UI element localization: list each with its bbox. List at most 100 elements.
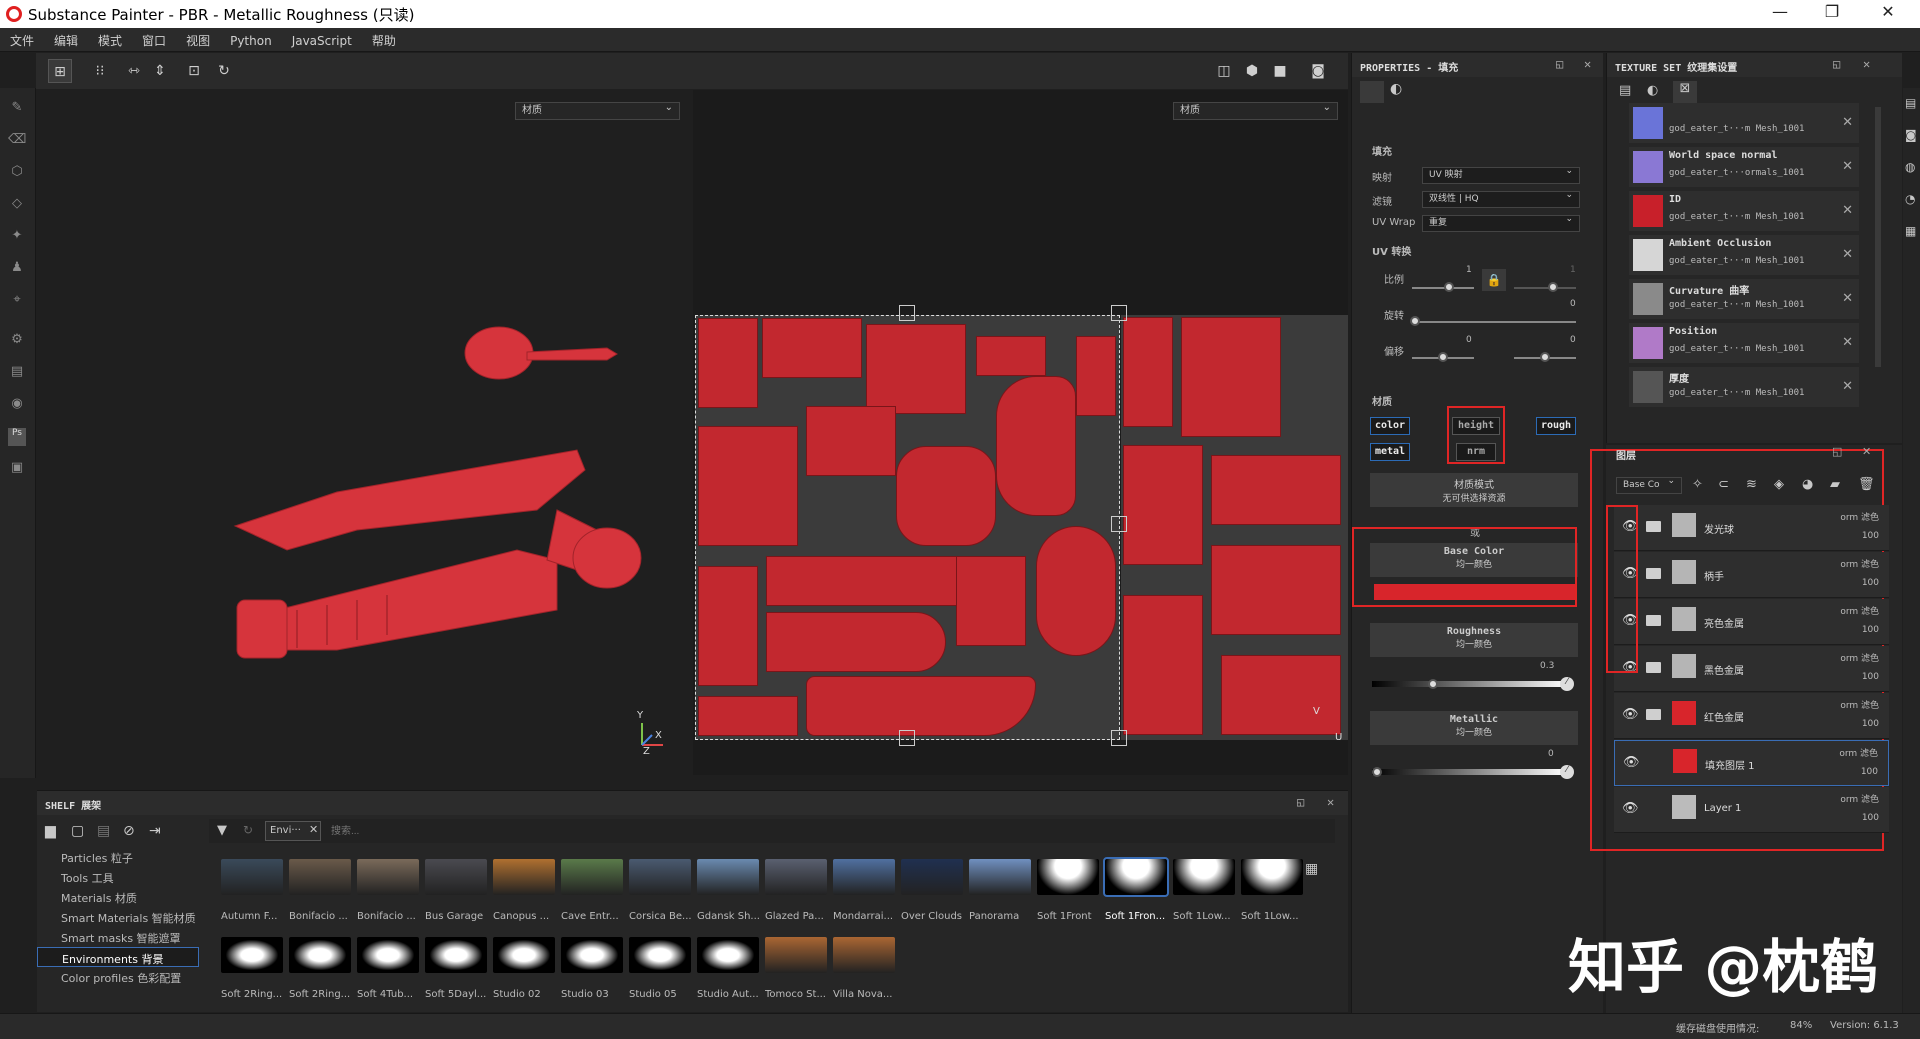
shelf-search-input[interactable]	[331, 822, 1321, 840]
mirror-vertical-icon[interactable]: ⇕	[148, 59, 172, 83]
photoshop-icon[interactable]: Ps	[8, 428, 26, 446]
material-select-2d[interactable]: 材质	[1173, 100, 1338, 120]
hide-icon[interactable]: ⊘	[123, 823, 135, 839]
projection-icon[interactable]: ⬡	[8, 164, 26, 182]
eye-icon[interactable]: 👁	[1623, 755, 1640, 770]
layer-blend[interactable]: orm 滤色	[1840, 698, 1879, 711]
texture-set-item[interactable]: 厚度 god_eater_t···m Mesh_1001 ✕	[1629, 367, 1859, 407]
scale-slider-knob[interactable]	[1444, 282, 1454, 292]
undock-icon[interactable]: ◱	[1833, 57, 1840, 71]
env-thumbnail[interactable]	[901, 859, 963, 895]
layer-blend[interactable]: orm 滤色	[1840, 557, 1879, 570]
env-thumbnail[interactable]	[289, 937, 351, 973]
smudge-icon[interactable]: ✦	[8, 228, 26, 246]
clone-icon[interactable]: ♟	[8, 260, 26, 278]
env-thumbnail[interactable]	[969, 859, 1031, 895]
scale-slider-2[interactable]	[1514, 287, 1576, 289]
menu-window[interactable]: 窗口	[132, 28, 176, 49]
metallic-slider-knob[interactable]	[1372, 767, 1382, 777]
layer-blend[interactable]: orm 滤色	[1840, 792, 1879, 805]
metallic-slider[interactable]	[1372, 769, 1566, 775]
env-thumbnail[interactable]	[1103, 857, 1169, 897]
remove-texture-icon[interactable]: ✕	[1842, 159, 1853, 174]
select-grid-icon[interactable]: ⊞	[48, 59, 72, 83]
edit-roughness-icon[interactable]: ⁄	[1560, 677, 1574, 691]
refresh-icon[interactable]: ↻	[243, 823, 253, 837]
add-frame-icon[interactable]: ⊡	[182, 59, 206, 83]
grid-options-icon[interactable]: ⁝⁝	[88, 59, 112, 83]
uv-texture-canvas[interactable]	[695, 315, 1120, 740]
shelf-close-icon[interactable]: ✕	[1327, 795, 1334, 809]
eye-icon[interactable]: 👁	[1622, 801, 1639, 816]
edit-metallic-icon[interactable]: ⁄	[1560, 765, 1574, 779]
rotate-slider-knob[interactable]	[1410, 316, 1420, 326]
layer-opacity[interactable]: 100	[1862, 813, 1879, 823]
texture-list-tab-icon[interactable]: ▤	[1619, 83, 1631, 98]
channel-rough-button[interactable]: rough	[1536, 417, 1576, 435]
layers-dock-icon[interactable]: ▤	[1905, 96, 1916, 110]
screenshot-icon[interactable]: ◙	[1306, 59, 1330, 83]
offset-slider-1-knob[interactable]	[1438, 352, 1448, 362]
env-thumbnail[interactable]	[561, 859, 623, 895]
category-materials[interactable]: Materials 材质	[37, 887, 199, 907]
texture-settings-tab-icon[interactable]: ◐	[1647, 83, 1658, 98]
env-thumbnail[interactable]	[833, 937, 895, 973]
env-thumbnail[interactable]	[629, 937, 691, 973]
picker-icon[interactable]: ⌖	[8, 292, 26, 310]
import-icon[interactable]: ⇥	[149, 823, 161, 839]
add-fill-layer-icon[interactable]: ◈	[1774, 477, 1784, 492]
layer-channel-select[interactable]: Base Co	[1616, 474, 1682, 494]
env-thumbnail[interactable]	[289, 859, 351, 895]
folder-icon[interactable]	[1646, 521, 1661, 532]
env-thumbnail[interactable]	[561, 937, 623, 973]
transform-handle-bottom-right[interactable]	[1111, 730, 1127, 746]
export-icon[interactable]: ▣	[8, 460, 26, 478]
close-window-button[interactable]: ✕	[1868, 2, 1908, 21]
texture-set-item[interactable]: Position god_eater_t···m Mesh_1001 ✕	[1629, 323, 1859, 363]
add-folder-icon[interactable]: ▰	[1830, 477, 1840, 492]
undock-icon[interactable]: ◱	[1556, 57, 1563, 71]
env-thumbnail[interactable]	[629, 859, 691, 895]
offset-slider-2-knob[interactable]	[1540, 352, 1550, 362]
menu-edit[interactable]: 编辑	[44, 28, 88, 49]
layer-opacity[interactable]: 100	[1862, 531, 1879, 541]
menu-mode[interactable]: 模式	[88, 28, 132, 49]
add-mask-icon[interactable]: ⊂	[1718, 477, 1729, 492]
remove-texture-icon[interactable]: ✕	[1842, 291, 1853, 306]
filter-icon[interactable]: ▼	[217, 823, 227, 838]
env-thumbnail[interactable]	[697, 859, 759, 895]
metallic-block[interactable]: Metallic 均一颜色	[1370, 711, 1578, 745]
env-thumbnail[interactable]	[357, 937, 419, 973]
settings-icon[interactable]: ⚙	[8, 332, 26, 350]
layer-blend[interactable]: orm 滤色	[1840, 510, 1879, 523]
roughness-block[interactable]: Roughness 均一颜色	[1370, 623, 1578, 657]
brush-icon[interactable]: ✎	[8, 100, 26, 118]
category-color-profiles[interactable]: Color profiles 色彩配置	[37, 967, 199, 987]
texture-set-item[interactable]: god_eater_t···m Mesh_1001 ✕	[1629, 103, 1859, 143]
layer-opacity[interactable]: 100	[1861, 767, 1878, 777]
layer-opacity[interactable]: 100	[1862, 578, 1879, 588]
layer-row[interactable]: 👁 柄手 orm 滤色 100	[1614, 552, 1889, 598]
polygon-fill-icon[interactable]: ◇	[8, 196, 26, 214]
layer-opacity[interactable]: 100	[1862, 625, 1879, 635]
category-smart-materials[interactable]: Smart Materials 智能材质	[37, 907, 199, 927]
folder-icon[interactable]	[1646, 615, 1661, 626]
remove-texture-icon[interactable]: ✕	[1842, 379, 1853, 394]
eraser-icon[interactable]: ⌫	[8, 132, 26, 150]
menu-javascript[interactable]: JavaScript	[282, 30, 362, 48]
fill-tab-icon[interactable]	[1360, 81, 1384, 103]
env-thumbnail[interactable]	[493, 937, 555, 973]
folder-icon[interactable]	[1646, 662, 1661, 673]
env-thumbnail[interactable]	[357, 859, 419, 895]
env-thumbnail[interactable]	[425, 859, 487, 895]
transform-handle-right[interactable]	[1111, 516, 1127, 532]
remove-texture-icon[interactable]: ✕	[1842, 335, 1853, 350]
eye-icon[interactable]: 👁	[1622, 707, 1639, 722]
camera-icon[interactable]: ■	[1268, 59, 1292, 83]
env-thumbnail[interactable]	[833, 859, 895, 895]
folder-icon[interactable]	[1646, 709, 1661, 720]
texture-set-item[interactable]: Curvature 曲率 god_eater_t···m Mesh_1001 ✕	[1629, 279, 1859, 319]
env-thumbnail[interactable]	[221, 859, 283, 895]
save-icon[interactable]: ▤	[97, 823, 110, 839]
texture-set-close-icon[interactable]: ✕	[1863, 57, 1870, 71]
